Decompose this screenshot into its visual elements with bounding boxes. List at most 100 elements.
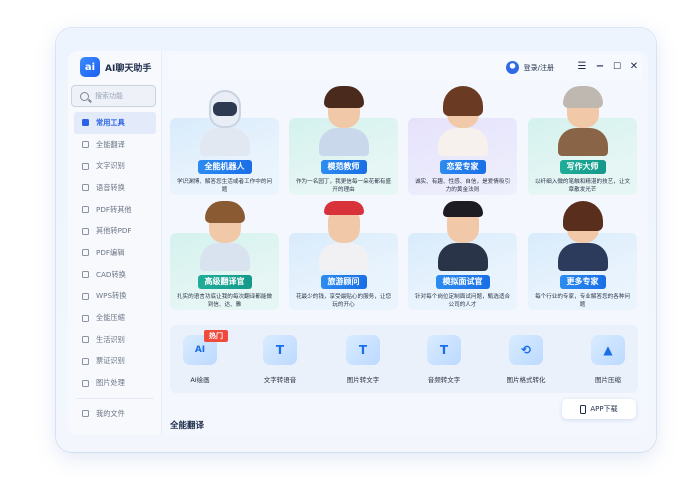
sidebar-item-pdf-edit[interactable]: PDF编辑	[68, 242, 162, 264]
expert-card-interviewer[interactable]: 模拟面试官 针对每个岗位定制面试问题，甄选适合公司的人才	[408, 201, 517, 310]
interviewer-portrait	[408, 199, 517, 271]
login-label: 登录/注册	[523, 63, 554, 72]
image-compress-icon: ▲	[591, 335, 625, 365]
phone-icon	[580, 404, 587, 414]
image-convert-icon: ⟲	[509, 335, 543, 365]
quick-tools-panel: AI AI绘画 T 文字转语音 T 图片转文字 T 音频转文字 ⟲ 图片格式转化…	[170, 325, 638, 393]
search-placeholder: 搜索功能	[95, 92, 123, 100]
sidebar-item-label: 全能压缩	[96, 313, 125, 323]
sidebar-item-label: 常用工具	[96, 117, 125, 127]
close-icon[interactable]: ✕	[628, 61, 640, 73]
tool-label: 图片转文字	[346, 376, 380, 384]
tool-ai-paint[interactable]: AI AI绘画	[170, 335, 230, 384]
sidebar-item-label: 语音转换	[96, 182, 125, 192]
sidebar-item-ocr[interactable]: 文字识别	[68, 155, 162, 177]
sidebar-item-label: 全能翻译	[96, 139, 125, 149]
card-title: 模范教师	[320, 160, 367, 174]
maximize-icon[interactable]: ☐	[611, 61, 623, 73]
sidebar-item-life-recognition[interactable]: 生活识别	[68, 329, 162, 351]
expert-card-robot[interactable]: 全能机器人 学识渊博、解答您生活或者工作中的问题	[170, 90, 279, 195]
sidebar-item-translate[interactable]: 全能翻译	[68, 134, 162, 156]
sidebar-item-label: 票证识别	[96, 356, 125, 366]
sidebar-divider	[76, 397, 154, 399]
card-description: 扎实的语言功底让我的每次翻译都能做到信、达、雅	[176, 294, 273, 308]
expert-card-travel[interactable]: 旅游顾问 花最少的钱，享受最贴心的服务，让您玩的开心	[289, 201, 398, 310]
tool-label: 音频转文字	[427, 376, 461, 384]
image-to-text-icon: T	[346, 335, 380, 365]
sidebar-item-label: WPS转换	[96, 291, 127, 301]
card-description: 以纤细入微的笔触和精湛的技艺，让文章散发光芒	[534, 179, 631, 193]
scan-icon	[82, 336, 89, 344]
menu-icon[interactable]: ☰	[576, 61, 588, 73]
card-description: 花最少的钱，享受最贴心的服务，让您玩的开心	[295, 294, 392, 308]
search-icon	[80, 91, 89, 101]
text-to-speech-icon: T	[263, 335, 297, 365]
expert-card-translator[interactable]: 高级翻译官 扎实的语言功底让我的每次翻译都能做到信、达、雅	[170, 201, 279, 310]
minimize-icon[interactable]: −	[594, 61, 606, 73]
folder-icon	[82, 410, 89, 418]
tool-label: 图片格式转化	[506, 376, 546, 384]
tool-text-to-speech[interactable]: T 文字转语音	[250, 335, 310, 384]
card-title: 写作大师	[559, 160, 606, 174]
sidebar-item-pdf-to-other[interactable]: PDF转其他	[68, 199, 162, 221]
expert-card-teacher[interactable]: 模范教师 作为一名园丁，我更信每一朵花都有盛开的理由	[289, 86, 398, 195]
sidebar-item-image-processing[interactable]: 图片处理	[68, 372, 162, 394]
expert-card-more[interactable]: 更多专家 每个行业的专家，专业解答您的各种问题	[528, 201, 637, 310]
expert-card-love[interactable]: 恋爱专家 诚实、有趣、性感、自信，是爱情吸引力的黄金法则	[408, 86, 517, 195]
sidebar-item-cad[interactable]: CAD转换	[68, 264, 162, 286]
sidebar-item-label: 图片处理	[96, 378, 125, 388]
card-title: 高级翻译官	[197, 275, 252, 289]
sidebar-item-compress[interactable]: 全能压缩	[68, 307, 162, 329]
sidebar: ai AI聊天助手 搜索功能 常用工具 全能翻译 文字识别 语音转换 PDF转其…	[68, 51, 162, 435]
tool-label: 图片压缩	[595, 376, 621, 384]
wps-icon	[82, 292, 89, 300]
compress-icon	[82, 314, 89, 322]
card-description: 学识渊博、解答您生活或者工作中的问题	[176, 179, 273, 193]
user-avatar-icon	[505, 61, 519, 74]
tool-label: AI绘画	[190, 376, 210, 384]
sidebar-item-label: 生活识别	[96, 334, 125, 344]
more-experts-portrait	[528, 199, 637, 271]
pdf-icon	[82, 206, 89, 214]
writer-portrait	[528, 84, 637, 156]
sidebar-nav: 常用工具 全能翻译 文字识别 语音转换 PDF转其他 其他转PDF PDF编辑 …	[68, 112, 162, 425]
search-input[interactable]: 搜索功能	[71, 85, 156, 107]
travel-advisor-portrait	[289, 199, 398, 271]
tool-image-convert[interactable]: ⟲ 图片格式转化	[496, 335, 556, 384]
pdf-edit-icon	[82, 249, 89, 257]
love-expert-portrait	[408, 84, 517, 156]
sidebar-item-ticket-recognition[interactable]: 票证识别	[68, 351, 162, 373]
tool-label: 文字转语音	[263, 376, 297, 384]
sidebar-item-common-tools[interactable]: 常用工具	[74, 112, 156, 134]
sidebar-item-wps[interactable]: WPS转换	[68, 286, 162, 308]
app-download-button[interactable]: APP下载	[562, 399, 636, 419]
audio-to-text-icon: T	[427, 335, 461, 365]
voice-icon	[82, 184, 89, 192]
card-title: 全能机器人	[197, 160, 252, 174]
card-title: 恋爱专家	[439, 160, 486, 174]
expert-card-writer[interactable]: 写作大师 以纤细入微的笔触和精湛的技艺，让文章散发光芒	[528, 86, 637, 195]
sidebar-item-label: 文字识别	[96, 161, 125, 171]
card-description: 作为一名园丁，我更信每一朵花都有盛开的理由	[295, 179, 392, 193]
translate-icon	[82, 141, 89, 149]
card-title: 模拟面试官	[435, 275, 490, 289]
hot-badge: 热门	[204, 330, 228, 342]
card-title: 更多专家	[559, 275, 606, 289]
scan-icon	[82, 162, 89, 170]
tool-audio-to-text[interactable]: T 音频转文字	[414, 335, 474, 384]
card-title: 旅游顾问	[320, 275, 367, 289]
cad-icon	[82, 271, 89, 279]
sidebar-item-label: 其他转PDF	[96, 226, 132, 236]
tool-image-to-text[interactable]: T 图片转文字	[333, 335, 393, 384]
sidebar-item-other-to-pdf[interactable]: 其他转PDF	[68, 220, 162, 242]
app-name: AI聊天助手	[105, 63, 152, 74]
tool-image-compress[interactable]: ▲ 图片压缩	[578, 335, 638, 384]
sidebar-item-label: 我的文件	[96, 408, 125, 418]
translator-portrait	[170, 199, 279, 271]
sidebar-item-voice[interactable]: 语音转换	[68, 177, 162, 199]
login-button[interactable]: 登录/注册	[505, 61, 554, 74]
brand: ai AI聊天助手	[80, 57, 151, 77]
sidebar-item-label: PDF转其他	[96, 204, 132, 214]
teacher-portrait	[289, 84, 398, 156]
sidebar-item-my-files[interactable]: 我的文件	[68, 403, 162, 425]
